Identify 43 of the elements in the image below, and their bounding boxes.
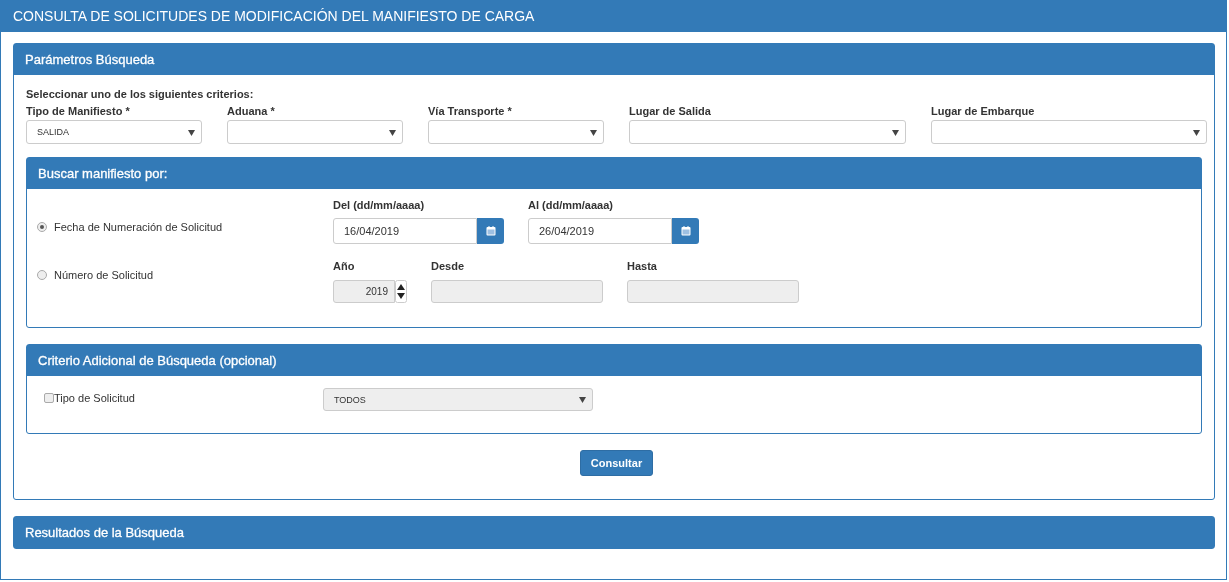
field-label: Hasta [627, 260, 658, 274]
dropdown-value: TODOS [334, 394, 366, 405]
radio-button[interactable] [37, 222, 47, 232]
field-label: Del (dd/mm/aaaa) [333, 199, 426, 213]
field-label: Aduana * [227, 105, 276, 119]
checkbox-label: Tipo de Solicitud [54, 392, 135, 404]
panel-title: Buscar manifiesto por: [27, 158, 1201, 189]
window-title: CONSULTA DE SOLICITUDES DE MODIFICACIÓN DEL MANIFIESTO DE CARGA [0, 0, 1227, 32]
panel-title: Parámetros Búsqueda [14, 44, 1214, 75]
field-label: Desde [431, 260, 466, 274]
radio-label: Fecha de Numeración de Solicitud [54, 221, 223, 233]
radio-label: Número de Solicitud [54, 269, 154, 281]
field-label: Lugar de Embarque [931, 105, 1036, 119]
field-label: Lugar de Salida [629, 105, 712, 119]
caret-icon [1193, 128, 1200, 136]
dropdown[interactable] [227, 120, 403, 144]
instruction-text: Seleccionar uno de los siguientes criterios: [26, 88, 254, 100]
submit-button[interactable]: Consultar [580, 450, 653, 476]
calendar-icon [485, 226, 496, 236]
field-label: Al (dd/mm/aaaa) [528, 199, 614, 213]
spinner-arrows-icon[interactable] [395, 280, 407, 303]
date-field[interactable]: 26/04/2019 [528, 218, 672, 244]
date-field[interactable]: 16/04/2019 [333, 218, 477, 244]
dropdown[interactable]: SALIDA [26, 120, 202, 144]
dropdown[interactable] [629, 120, 906, 144]
caret-icon [892, 128, 899, 136]
caret-icon [590, 128, 597, 136]
dropdown-value: SALIDA [37, 127, 69, 137]
field-label: Tipo de Manifiesto * [26, 105, 131, 119]
calendar-button[interactable] [477, 218, 504, 244]
dropdown[interactable] [428, 120, 604, 144]
checkbox[interactable] [44, 393, 54, 403]
calendar-icon [680, 226, 691, 236]
caret-icon [188, 128, 195, 136]
panel-title: Criterio Adicional de Búsqueda (opcional) [27, 345, 1201, 376]
field-label: Vía Transporte * [428, 105, 513, 119]
calendar-button[interactable] [672, 218, 699, 244]
caret-icon [389, 128, 396, 136]
dropdown[interactable] [931, 120, 1207, 144]
caret-icon [579, 396, 586, 403]
field-label: Año [333, 260, 356, 274]
panel-title: Resultados de la Búsqueda [14, 517, 1214, 548]
radio-button[interactable] [37, 270, 47, 280]
